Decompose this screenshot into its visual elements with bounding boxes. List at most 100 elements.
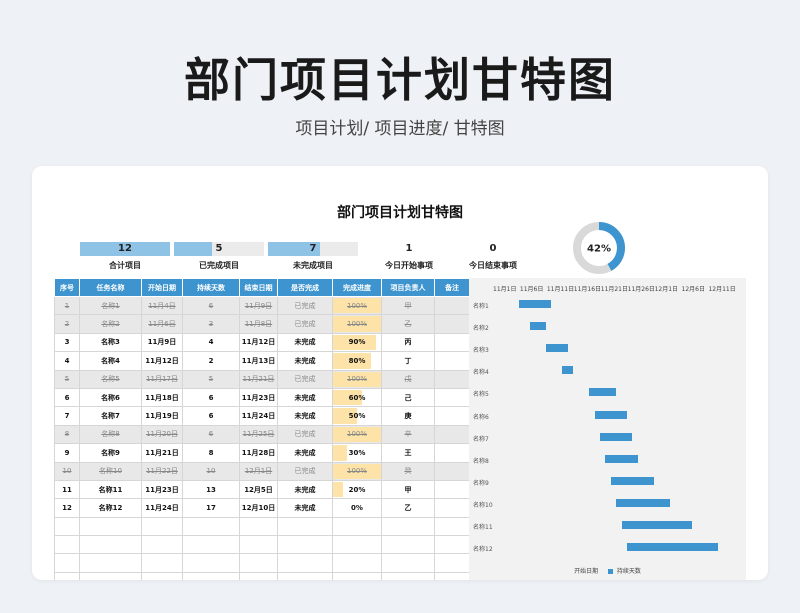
- empty-cell: [434, 553, 470, 573]
- table-row[interactable]: 1 名称1 11月4日 6 11月9日 已完成 100% 甲: [54, 295, 470, 316]
- cell-status: 未完成: [277, 351, 333, 371]
- cell-remark: [434, 406, 470, 426]
- cell-status: 已完成: [277, 295, 333, 316]
- progress-text: 30%: [348, 448, 366, 457]
- cell-remark: [434, 424, 470, 445]
- col-header: 结束日期: [239, 278, 278, 297]
- empty-cell: [79, 516, 142, 537]
- stat-total-value: 12: [118, 243, 132, 254]
- gantt-row-label: 名称2: [473, 325, 489, 333]
- gantt-bar: [519, 300, 552, 308]
- empty-cell: [182, 553, 240, 573]
- empty-cell: [239, 535, 278, 555]
- task-table: 序号 任务名称 开始日期 持续天数 结束日期 是否完成 完成进度 项目负责人 备…: [54, 278, 470, 580]
- table-row[interactable]: 12 名称12 11月24日 17 12月10日 未完成 0% 乙: [54, 498, 470, 518]
- table-row[interactable]: 8 名称8 11月20日 6 11月25日 已完成 100% 辛: [54, 424, 470, 445]
- cell-days: 6: [182, 295, 240, 316]
- cell-end: 12月1日: [239, 461, 278, 481]
- table-row[interactable]: 5 名称5 11月17日 5 11月21日 已完成 100% 戊: [54, 369, 470, 389]
- empty-cell: [277, 516, 333, 537]
- sheet-card: 部门项目计划甘特图 12 合计项目 5 已完成项目 7 未完成项目 1 今日开始…: [32, 166, 768, 580]
- x-tick-label: 12月11日: [708, 286, 736, 293]
- gantt-row-label: 名称7: [473, 435, 489, 443]
- cell-status: 未完成: [277, 479, 333, 500]
- gantt-legend: 开始日期 持续天数: [469, 566, 746, 575]
- stat-today-end: 0 今日结束事项: [448, 242, 538, 271]
- stat-total: 12 合计项目: [80, 242, 170, 271]
- empty-row: [54, 535, 470, 555]
- cell-owner: 辛: [381, 424, 435, 445]
- cell-name: 名称1: [79, 295, 142, 316]
- empty-cell: [54, 571, 80, 580]
- cell-end: 11月12日: [239, 332, 278, 353]
- cell-progress: 100%: [332, 314, 382, 334]
- cell-no: 2: [54, 314, 80, 334]
- table-header-row: 序号 任务名称 开始日期 持续天数 结束日期 是否完成 完成进度 项目负责人 备…: [54, 278, 470, 297]
- gantt-row-label: 名称1: [473, 303, 489, 310]
- col-header: 持续天数: [182, 278, 240, 297]
- stat-incomplete-label: 未完成项目: [293, 261, 333, 270]
- x-tick-label: 11月1日: [493, 286, 517, 293]
- empty-cell: [277, 553, 333, 573]
- table-row[interactable]: 4 名称4 11月12日 2 11月13日 未完成 80% 丁: [54, 351, 470, 371]
- cell-start: 11月18日: [141, 387, 183, 408]
- empty-cell: [141, 516, 183, 537]
- table-row[interactable]: 11 名称11 11月23日 13 12月5日 未完成 20% 甲: [54, 479, 470, 500]
- progress-text: 50%: [348, 412, 366, 421]
- empty-cell: [141, 571, 183, 580]
- empty-cell: [239, 516, 278, 537]
- cell-progress: 100%: [332, 424, 382, 445]
- stat-completed-label: 已完成项目: [199, 261, 239, 270]
- cell-no: 8: [54, 424, 80, 445]
- empty-cell: [434, 535, 470, 555]
- progress-fill: [333, 481, 343, 498]
- cell-name: 名称10: [79, 461, 142, 481]
- cell-progress: 80%: [332, 351, 382, 371]
- cell-owner: 庚: [381, 406, 435, 426]
- stat-today-start-label: 今日开始事项: [385, 261, 433, 270]
- cell-days: 13: [182, 479, 240, 500]
- cell-days: 6: [182, 424, 240, 445]
- empty-cell: [79, 553, 142, 573]
- gantt-row-label: 名称10: [473, 501, 493, 509]
- progress-text: 20%: [348, 485, 366, 494]
- table-row[interactable]: 3 名称3 11月9日 4 11月12日 未完成 90% 丙: [54, 332, 470, 353]
- empty-cell: [239, 571, 278, 580]
- cell-start: 11月6日: [141, 314, 183, 334]
- stat-completed-value: 5: [215, 243, 223, 254]
- cell-progress: 100%: [332, 461, 382, 481]
- empty-cell: [277, 571, 333, 580]
- cell-remark: [434, 351, 470, 371]
- x-tick-label: 12月6日: [681, 286, 705, 293]
- cell-no: 5: [54, 369, 80, 389]
- table-row[interactable]: 7 名称7 11月19日 6 11月24日 未完成 50% 庚: [54, 406, 470, 426]
- empty-cell: [182, 571, 240, 580]
- cell-progress: 90%: [332, 332, 382, 353]
- gantt-row-label: 名称8: [473, 457, 489, 465]
- cell-remark: [434, 295, 470, 316]
- cell-status: 未完成: [277, 406, 333, 426]
- x-tick-label: 12月1日: [654, 286, 679, 293]
- cell-days: 10: [182, 461, 240, 481]
- table-row[interactable]: 9 名称9 11月21日 8 11月28日 未完成 30% 王: [54, 443, 470, 463]
- empty-cell: [434, 571, 470, 580]
- empty-cell: [277, 535, 333, 555]
- cell-name: 名称2: [79, 314, 142, 334]
- table-row[interactable]: 2 名称2 11月6日 3 11月8日 已完成 100% 乙: [54, 314, 470, 334]
- table-row[interactable]: 10 名称10 11月22日 10 12月1日 已完成 100% 癸: [54, 461, 470, 481]
- gantt-bar: [562, 366, 574, 375]
- cell-remark: [434, 387, 470, 408]
- cell-progress: 60%: [332, 387, 382, 408]
- empty-cell: [332, 553, 382, 573]
- empty-cell: [54, 535, 80, 555]
- cell-status: 未完成: [277, 498, 333, 518]
- empty-row: [54, 553, 470, 573]
- table-row[interactable]: 6 名称6 11月18日 6 11月23日 未完成 60% 己: [54, 387, 470, 408]
- donut-percent-label: 42%: [587, 244, 611, 255]
- cell-no: 4: [54, 351, 80, 371]
- sheet-title: 部门项目计划甘特图: [337, 205, 463, 221]
- cell-no: 11: [54, 479, 80, 500]
- cell-end: 11月25日: [239, 424, 278, 445]
- cell-progress: 100%: [332, 295, 382, 316]
- progress-text: 100%: [346, 467, 367, 476]
